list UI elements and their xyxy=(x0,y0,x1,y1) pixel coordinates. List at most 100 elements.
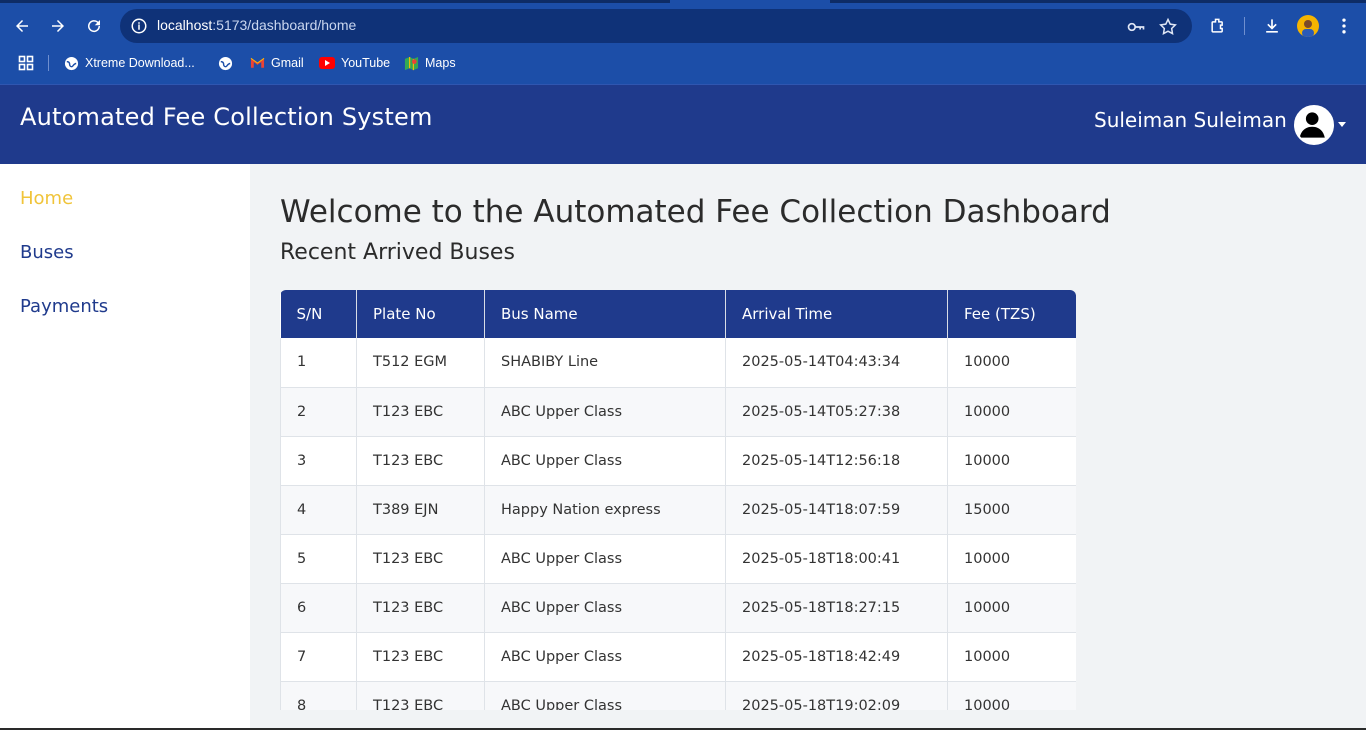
url-host: localhost xyxy=(157,17,213,33)
sidebar-item-payments[interactable]: Payments xyxy=(20,296,108,317)
table-row: 1 T512 EGM SHABIBY Line 2025-05-14T04:43:34… xyxy=(280,338,1076,388)
table-cell: 10000 xyxy=(947,583,1076,633)
table-cell: 2025-05-14T12:56:18 xyxy=(725,436,948,486)
bookmark-youtube[interactable]: YouTube xyxy=(319,54,390,72)
browser-profile-avatar[interactable] xyxy=(1297,15,1319,37)
forward-arrow-icon xyxy=(52,20,64,32)
url-path: :5173/dashboard/home xyxy=(212,17,357,33)
bookmark-label: YouTube xyxy=(341,56,391,70)
table-cell: 2025-05-18T19:02:09 xyxy=(725,681,948,710)
table-cell: 10000 xyxy=(947,632,1076,682)
table-cell: T123 EBC xyxy=(356,632,485,682)
column-header: Bus Name xyxy=(484,290,726,338)
bookmark-gmail[interactable]: Gmail xyxy=(250,54,304,72)
table-cell: 2 xyxy=(280,387,357,437)
bookmark-maps[interactable]: Maps xyxy=(404,54,456,72)
table-cell: T123 EBC xyxy=(356,583,485,633)
table-cell: T389 EJN xyxy=(356,485,485,535)
table-cell: ABC Upper Class xyxy=(484,681,726,710)
browser-toolbar: localhost:5173/dashboard/home Xtreme Dow… xyxy=(0,0,1366,84)
bookmarks-divider xyxy=(48,55,49,71)
table-cell: 7 xyxy=(280,632,357,682)
back-arrow-icon xyxy=(16,20,28,32)
column-header: S/N xyxy=(280,290,357,338)
table-cell: 5 xyxy=(280,534,357,584)
column-header: Fee (TZS) xyxy=(947,290,1076,338)
table-cell: 15000 xyxy=(947,485,1076,535)
tab-strip xyxy=(0,0,670,3)
sidebar: Home Buses Payments xyxy=(0,164,250,730)
reload-button[interactable] xyxy=(82,14,106,38)
table-row: 2 T123 EBC ABC Upper Class 2025-05-14T05:27… xyxy=(280,387,1076,437)
table-body: 1 T512 EGM SHABIBY Line 2025-05-14T04:43:34… xyxy=(280,338,1076,710)
reload-icon xyxy=(88,20,101,33)
globe-icon xyxy=(218,56,233,70)
address-bar[interactable]: localhost:5173/dashboard/home xyxy=(120,9,1192,43)
table-cell: ABC Upper Class xyxy=(484,534,726,584)
table-cell: 2025-05-18T18:00:41 xyxy=(725,534,948,584)
app-header: Automated Fee Collection System Suleiman… xyxy=(0,84,1366,164)
table-cell: ABC Upper Class xyxy=(484,583,726,633)
extensions-icon[interactable] xyxy=(1206,14,1230,38)
table-header-row: S/N Plate No Bus Name Arrival Time Fee (… xyxy=(280,290,1076,338)
table-row: 4 T389 EJN Happy Nation express 2025-05-14T… xyxy=(280,485,1076,535)
table-cell: ABC Upper Class xyxy=(484,436,726,486)
table-cell: T123 EBC xyxy=(356,387,485,437)
main-content: Welcome to the Automated Fee Collection … xyxy=(250,164,1366,730)
apps-grid-icon[interactable] xyxy=(18,54,34,72)
youtube-icon xyxy=(319,57,335,69)
section-title: Recent Arrived Buses xyxy=(280,240,515,265)
table-cell: 2025-05-14T04:43:34 xyxy=(725,338,948,388)
browser-menu-icon[interactable] xyxy=(1332,14,1356,38)
column-header: Arrival Time xyxy=(725,290,948,338)
site-info-icon[interactable] xyxy=(130,17,148,35)
globe-icon xyxy=(64,56,79,70)
user-avatar[interactable] xyxy=(1294,105,1334,145)
table-cell: 10000 xyxy=(947,387,1076,437)
table-cell: 2025-05-14T05:27:38 xyxy=(725,387,948,437)
bookmark-star-icon[interactable] xyxy=(1158,17,1178,37)
table-cell: 6 xyxy=(280,583,357,633)
password-key-icon[interactable] xyxy=(1126,17,1146,37)
column-header: Plate No xyxy=(356,290,485,338)
sidebar-item-home[interactable]: Home xyxy=(20,188,73,209)
table-cell: T123 EBC xyxy=(356,436,485,486)
bookmark-label: Xtreme Download... xyxy=(85,56,195,70)
table-cell: 8 xyxy=(280,681,357,710)
forward-button[interactable] xyxy=(46,14,70,38)
url-text[interactable]: localhost:5173/dashboard/home xyxy=(157,17,356,33)
bookmark-globe[interactable] xyxy=(218,54,233,72)
table-cell: 10000 xyxy=(947,534,1076,584)
back-button[interactable] xyxy=(10,14,34,38)
table-cell: 2025-05-18T18:27:15 xyxy=(725,583,948,633)
table-cell: T123 EBC xyxy=(356,681,485,710)
table-cell: 4 xyxy=(280,485,357,535)
page-title: Welcome to the Automated Fee Collection … xyxy=(280,194,1111,230)
table-cell: T512 EGM xyxy=(356,338,485,388)
table-row: 7 T123 EBC ABC Upper Class 2025-05-18T18:42… xyxy=(280,632,1076,682)
maps-icon xyxy=(404,56,419,70)
bookmark-label: Gmail xyxy=(271,56,304,70)
table-cell: 10000 xyxy=(947,338,1076,388)
table-row: 6 T123 EBC ABC Upper Class 2025-05-18T18:27… xyxy=(280,583,1076,633)
table-row: 8 T123 EBC ABC Upper Class 2025-05-18T19:02… xyxy=(280,681,1076,710)
gmail-icon xyxy=(250,57,265,68)
table-cell: 3 xyxy=(280,436,357,486)
table-cell: Happy Nation express xyxy=(484,485,726,535)
bookmark-xtreme[interactable]: Xtreme Download... xyxy=(64,54,195,72)
table-cell: ABC Upper Class xyxy=(484,632,726,682)
table-cell: SHABIBY Line xyxy=(484,338,726,388)
recent-buses-table: S/N Plate No Bus Name Arrival Time Fee (… xyxy=(280,290,1076,710)
user-menu-caret-icon[interactable] xyxy=(1338,122,1346,127)
table-row: 5 T123 EBC ABC Upper Class 2025-05-18T18:00… xyxy=(280,534,1076,584)
user-silhouette-icon xyxy=(1296,107,1329,140)
downloads-icon[interactable] xyxy=(1260,14,1284,38)
user-name[interactable]: Suleiman Suleiman xyxy=(1094,108,1287,132)
table-cell: 10000 xyxy=(947,681,1076,710)
table-cell: 2025-05-14T18:07:59 xyxy=(725,485,948,535)
sidebar-item-buses[interactable]: Buses xyxy=(20,242,74,263)
buses-table-container[interactable]: S/N Plate No Bus Name Arrival Time Fee (… xyxy=(280,290,1076,710)
table-cell: ABC Upper Class xyxy=(484,387,726,437)
tab-strip-right xyxy=(830,0,1366,3)
app-title: Automated Fee Collection System xyxy=(20,103,433,131)
